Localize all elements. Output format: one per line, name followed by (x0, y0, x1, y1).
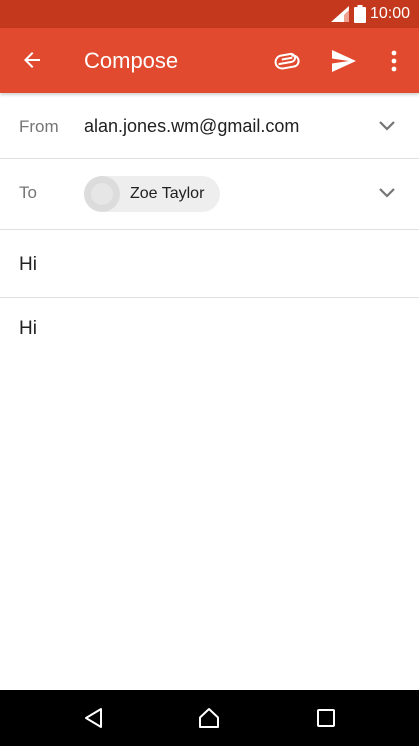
body-field[interactable]: Hi (19, 318, 37, 340)
from-label: From (19, 117, 59, 136)
status-time: 10:00 (369, 5, 410, 22)
status-bar: 10:00 (0, 0, 419, 28)
from-row[interactable]: From alan.jones.wm@gmail.com (0, 93, 419, 159)
chevron-down-icon[interactable] (378, 120, 396, 132)
signal-icon (330, 6, 349, 22)
recipient-chip[interactable]: Zoe Taylor (84, 176, 220, 212)
chevron-down-icon[interactable] (378, 187, 396, 199)
nav-home-icon[interactable] (197, 706, 221, 730)
more-vert-icon[interactable] (382, 48, 406, 74)
subject-text: Hi (19, 254, 37, 275)
nav-recents-icon[interactable] (314, 706, 338, 730)
page-title: Compose (84, 48, 179, 73)
from-account[interactable]: alan.jones.wm@gmail.com (84, 116, 299, 137)
nav-back-icon[interactable] (82, 706, 106, 730)
app-bar: Compose (0, 28, 419, 93)
subject-field[interactable]: Hi (0, 230, 419, 298)
to-label: To (19, 183, 37, 202)
paperclip-icon[interactable] (274, 47, 302, 75)
battery-icon (353, 5, 366, 23)
arrow-back-icon[interactable] (20, 48, 44, 72)
avatar (84, 176, 120, 212)
recipient-name: Zoe Taylor (130, 185, 205, 202)
send-icon[interactable] (330, 48, 358, 74)
nav-bar (0, 690, 419, 746)
to-row[interactable]: To Zoe Taylor (0, 159, 419, 230)
status-icons: 10:00 (330, 0, 410, 28)
